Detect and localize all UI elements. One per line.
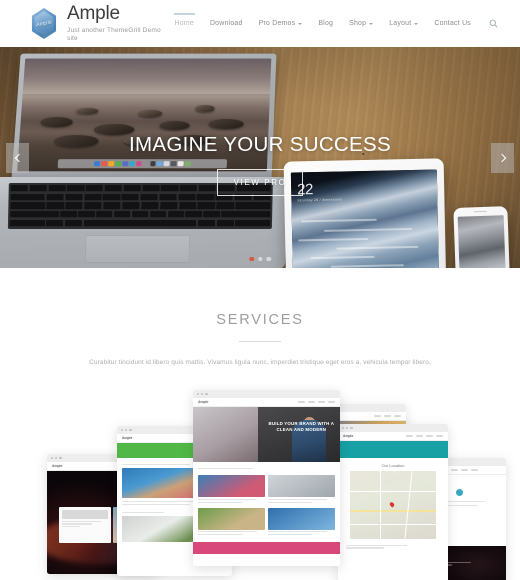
site-header: Ample Ample Just another ThemeGrill Demo… bbox=[0, 0, 520, 47]
nav-label: Home bbox=[174, 20, 194, 27]
nav-item-home[interactable]: Home bbox=[167, 6, 202, 41]
browser-chrome-bar bbox=[338, 424, 448, 432]
nav-label: Contact Us bbox=[434, 20, 471, 27]
chevron-right-icon bbox=[497, 153, 506, 162]
mini-logo: Ample bbox=[198, 400, 209, 404]
main-navigation: Home Download Pro Demos Blog Shop Layout… bbox=[167, 5, 506, 42]
nav-item-pro-demos[interactable]: Pro Demos bbox=[251, 6, 311, 41]
mini-feature-grid bbox=[193, 470, 340, 541]
mini-content-card bbox=[59, 507, 111, 543]
chevron-left-icon bbox=[14, 153, 23, 162]
mini-logo: Ample bbox=[122, 436, 133, 440]
mini-site-nav: Ample bbox=[338, 432, 448, 441]
chevron-down-icon bbox=[369, 23, 374, 25]
site-tagline: Just another ThemeGrill Demo site bbox=[67, 26, 161, 42]
map-pin-icon bbox=[388, 500, 395, 508]
chevron-down-icon bbox=[298, 23, 303, 25]
nav-item-layout[interactable]: Layout bbox=[381, 6, 426, 41]
slider-dot-2[interactable] bbox=[257, 256, 263, 261]
mini-logo: Ample bbox=[343, 434, 354, 438]
mini-map-image bbox=[350, 471, 436, 539]
view-pro-button[interactable]: VIEW PRO bbox=[216, 169, 304, 196]
slider-dot-3[interactable] bbox=[266, 256, 271, 261]
search-icon[interactable] bbox=[479, 5, 504, 42]
feature-circle-icon bbox=[456, 489, 463, 496]
nav-item-contact-us[interactable]: Contact Us bbox=[426, 6, 479, 41]
chevron-down-icon bbox=[414, 23, 419, 25]
services-description: Curabitur tincidunt id libero quis matti… bbox=[89, 359, 431, 366]
hero-slider: 22 saturday 28 / dimensions IMAGINE YOUR… bbox=[0, 47, 520, 268]
nav-item-download[interactable]: Download bbox=[202, 6, 251, 41]
collage-window-business-hero[interactable]: Ample BUILD YOUR BRAND WITH A CLEAN AND … bbox=[193, 390, 340, 566]
mini-hero-banner: BUILD YOUR BRAND WITH A CLEAN AND MODERN bbox=[193, 407, 340, 462]
site-title: Ample bbox=[67, 2, 120, 24]
nav-label: Blog bbox=[318, 20, 334, 27]
nav-label: Shop bbox=[349, 20, 367, 27]
slider-pagination-dots bbox=[249, 256, 271, 261]
services-section: SERVICES Curabitur tincidunt id libero q… bbox=[0, 268, 520, 580]
mini-site-nav: Ample bbox=[193, 398, 340, 407]
nav-label: Pro Demos bbox=[258, 20, 296, 27]
hexagon-logo-icon: Ample bbox=[30, 8, 58, 39]
slider-dot-1[interactable] bbox=[249, 256, 254, 261]
demo-screenshots-collage: Ample Ample Ample Our Location Ample BUI… bbox=[0, 386, 520, 580]
map-section-label: Our Location bbox=[381, 463, 405, 468]
nav-label: Download bbox=[209, 20, 243, 27]
mini-hero-headline: BUILD YOUR BRAND WITH A CLEAN AND MODERN bbox=[268, 421, 335, 432]
pink-accent-band bbox=[193, 541, 340, 554]
services-heading: SERVICES bbox=[216, 312, 304, 328]
teal-cta-band bbox=[338, 441, 448, 458]
mini-logo: Ample bbox=[52, 464, 63, 468]
nav-label: Layout bbox=[389, 20, 412, 27]
brand-logo-block[interactable]: Ample Ample Just another ThemeGrill Demo… bbox=[30, 2, 167, 44]
slider-prev-button[interactable] bbox=[6, 142, 29, 173]
nav-item-blog[interactable]: Blog bbox=[310, 6, 341, 41]
hero-content-overlay: IMAGINE YOUR SUCCESS VIEW PRO bbox=[0, 47, 520, 268]
collage-window-teal-contact[interactable]: Ample Our Location bbox=[338, 424, 448, 580]
section-divider bbox=[239, 341, 281, 342]
slider-next-button[interactable] bbox=[491, 142, 514, 173]
hero-title: IMAGINE YOUR SUCCESS bbox=[129, 133, 391, 156]
browser-chrome-bar bbox=[193, 390, 340, 398]
nav-item-shop[interactable]: Shop bbox=[341, 6, 381, 41]
